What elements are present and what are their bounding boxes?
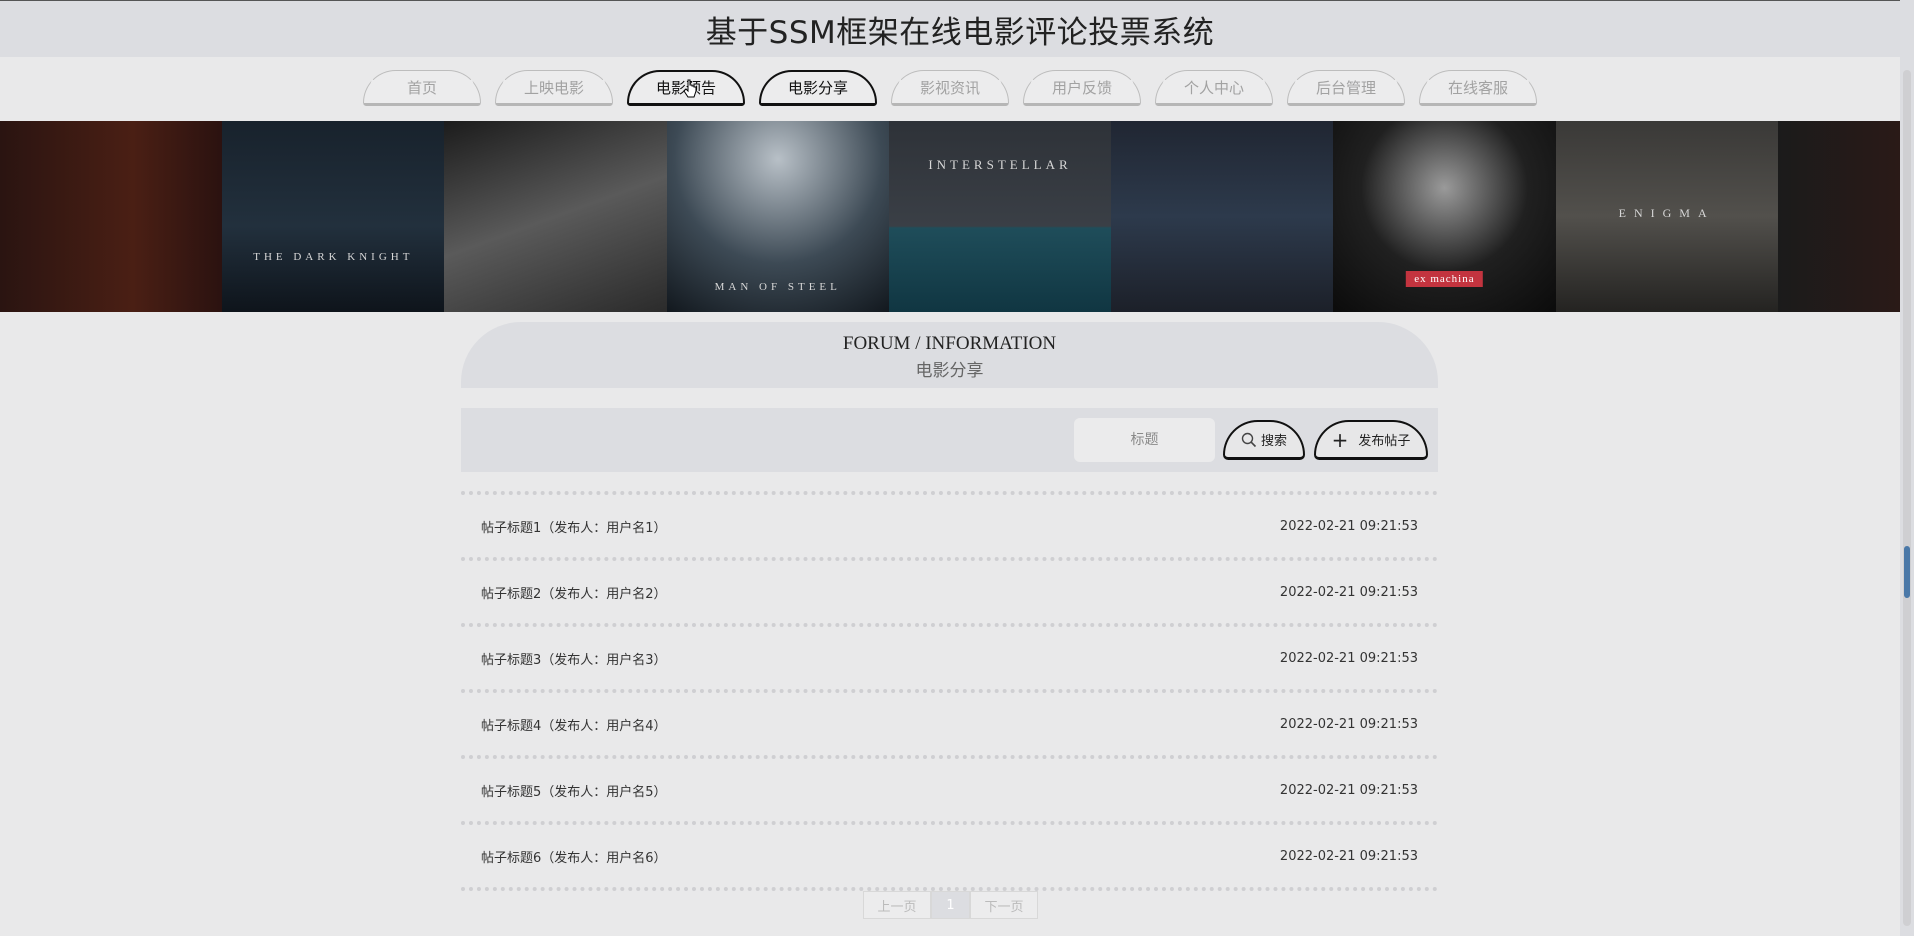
post-title: 帖子标题4（发布人：用户名4） xyxy=(481,718,667,734)
post-button-label: 发布帖子 xyxy=(1358,434,1411,449)
section-heading: FORUM / INFORMATION 电影分享 xyxy=(461,322,1438,388)
list-item[interactable]: 帖子标题5（发布人：用户名5） 2022-02-21 09:21:53 xyxy=(461,755,1438,821)
nav-item-admin[interactable]: 后台管理 xyxy=(1287,70,1405,106)
nav-item-support[interactable]: 在线客服 xyxy=(1419,70,1537,106)
poster-5-text: INTERSTELLAR xyxy=(928,157,1072,172)
list-item[interactable]: 帖子标题6（发布人：用户名6） 2022-02-21 09:21:53 xyxy=(461,821,1438,891)
list-item[interactable]: 帖子标题2（发布人：用户名2） 2022-02-21 09:21:53 xyxy=(461,557,1438,623)
post-title: 帖子标题1（发布人：用户名1） xyxy=(481,520,667,536)
poster-6 xyxy=(1111,121,1334,312)
nav-item-feedback[interactable]: 用户反馈 xyxy=(1023,70,1141,106)
search-button-label: 搜索 xyxy=(1260,434,1287,449)
list-item[interactable]: 帖子标题1（发布人：用户名1） 2022-02-21 09:21:53 xyxy=(461,491,1438,557)
poster-7: ex machina xyxy=(1333,121,1556,312)
header-bar: 基于SSM框架在线电影评论投票系统 xyxy=(0,0,1900,58)
post-title: 帖子标题5（发布人：用户名5） xyxy=(481,784,667,800)
post-title: 帖子标题2（发布人：用户名2） xyxy=(481,586,667,602)
page-scrollbar[interactable] xyxy=(1900,0,1914,936)
section-title-en: FORUM / INFORMATION xyxy=(842,333,1057,354)
pagination: 上一页 1 下一页 xyxy=(863,891,1038,919)
list-item[interactable]: 帖子标题3（发布人：用户名3） 2022-02-21 09:21:53 xyxy=(461,623,1438,689)
poster-7-tag: ex machina xyxy=(1406,271,1483,287)
plus-icon: + xyxy=(1331,427,1349,452)
poster-4: MAN OF STEEL xyxy=(666,121,889,312)
poster-2-text: THE DARK KNIGHT xyxy=(253,251,414,263)
post-time: 2022-02-21 09:21:53 xyxy=(1279,782,1418,798)
search-icon xyxy=(1241,432,1257,447)
post-time: 2022-02-21 09:21:53 xyxy=(1279,518,1418,534)
mouse-pointer-icon xyxy=(683,79,697,98)
current-page[interactable]: 1 xyxy=(931,891,970,919)
next-page-button[interactable]: 下一页 xyxy=(970,891,1038,919)
post-time: 2022-02-21 09:21:53 xyxy=(1279,650,1418,666)
post-time: 2022-02-21 09:21:53 xyxy=(1279,584,1418,600)
post-button[interactable]: + 发布帖子 xyxy=(1314,420,1428,460)
site-title: 基于SSM框架在线电影评论投票系统 xyxy=(705,15,1215,51)
prev-page-button[interactable]: 上一页 xyxy=(863,891,931,919)
search-button[interactable]: 搜索 xyxy=(1223,420,1305,460)
main-nav: 首页 上映电影 电影预告 电影分享 影视资讯 用户反馈 个人中心 后台管理 在线… xyxy=(0,57,1900,120)
scrollbar-thumb[interactable] xyxy=(1904,546,1910,598)
scrollbar-track xyxy=(1903,70,1911,926)
search-input[interactable] xyxy=(1074,418,1215,462)
post-time: 2022-02-21 09:21:53 xyxy=(1279,848,1418,864)
poster-2: THE DARK KNIGHT xyxy=(222,121,445,312)
nav-item-movies[interactable]: 上映电影 xyxy=(495,70,613,106)
poster-1 xyxy=(0,121,223,312)
poster-9 xyxy=(1777,121,1900,312)
list-item[interactable]: 帖子标题4（发布人：用户名4） 2022-02-21 09:21:53 xyxy=(461,689,1438,755)
post-list: 帖子标题1（发布人：用户名1） 2022-02-21 09:21:53 帖子标题… xyxy=(461,491,1438,891)
poster-banner: THE DARK KNIGHT MAN OF STEEL INTERSTELLA… xyxy=(0,121,1900,312)
poster-4-text: MAN OF STEEL xyxy=(714,281,841,293)
nav-item-profile[interactable]: 个人中心 xyxy=(1155,70,1273,106)
poster-8: ENIGMA xyxy=(1555,121,1778,312)
section-title-cn: 电影分享 xyxy=(915,361,984,381)
poster-5: INTERSTELLAR xyxy=(888,121,1112,312)
nav-item-news[interactable]: 影视资讯 xyxy=(891,70,1009,106)
poster-8-text: ENIGMA xyxy=(1618,206,1715,220)
post-title: 帖子标题3（发布人：用户名3） xyxy=(481,652,667,668)
nav-item-home[interactable]: 首页 xyxy=(363,70,481,106)
poster-3 xyxy=(444,121,667,312)
nav-item-movie-share[interactable]: 电影分享 xyxy=(759,70,877,106)
post-time: 2022-02-21 09:21:53 xyxy=(1279,716,1418,732)
post-title: 帖子标题6（发布人：用户名6） xyxy=(481,850,667,866)
search-bar: 搜索 + 发布帖子 xyxy=(461,408,1438,472)
